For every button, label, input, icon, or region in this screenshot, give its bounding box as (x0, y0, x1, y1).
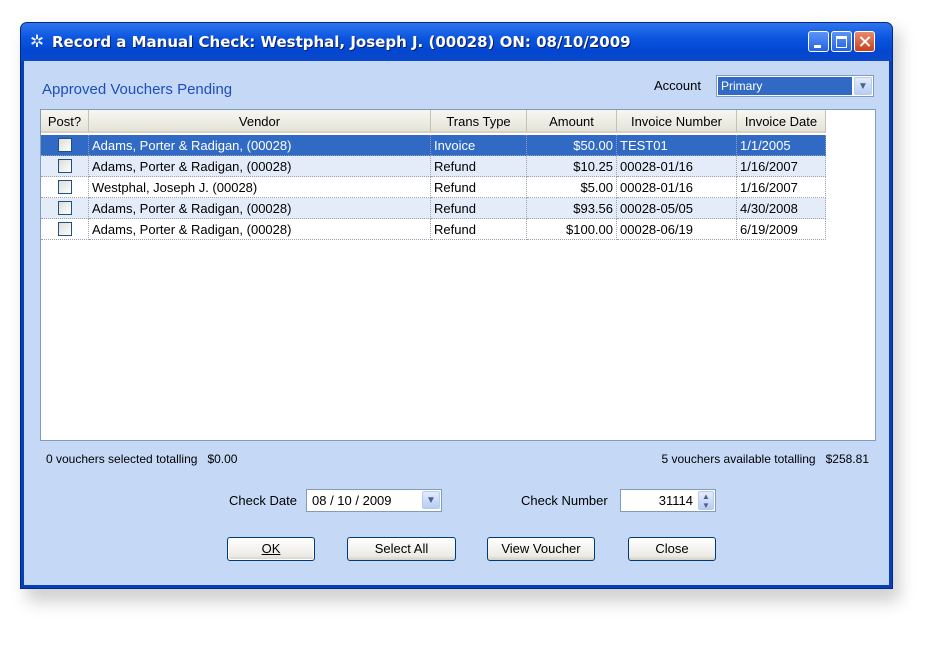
check-date-picker[interactable]: 08 / 10 / 2009 ▼ (306, 489, 442, 512)
post-checkbox[interactable] (57, 159, 72, 173)
amount-cell: $100.00 (527, 219, 617, 240)
available-summary-text: 5 vouchers available totalling (661, 452, 816, 466)
vendor-cell: Westphal, Joseph J. (00028) (89, 177, 431, 198)
amount-cell: $93.56 (527, 198, 617, 219)
selected-summary: 0 vouchers selected totalling $0.00 (46, 452, 237, 466)
table-header: Post? Vendor Trans Type Amount Invoice N… (41, 110, 826, 133)
available-summary: 5 vouchers available totalling $258.81 (662, 452, 870, 466)
trans-type-cell: Invoice (431, 135, 527, 156)
ok-button[interactable]: OK (227, 537, 315, 561)
selected-total: $0.00 (207, 452, 238, 466)
column-header-trans-type[interactable]: Trans Type (431, 110, 527, 133)
vendor-cell: Adams, Porter & Radigan, (00028) (89, 156, 431, 177)
column-header-post[interactable]: Post? (41, 110, 89, 133)
column-header-invoice-date[interactable]: Invoice Date (737, 110, 826, 133)
amount-cell: $10.25 (527, 156, 617, 177)
close-button[interactable]: Close (628, 537, 716, 561)
post-cell (41, 198, 89, 219)
trans-type-cell: Refund (431, 177, 527, 198)
invoice-date-cell: 6/19/2009 (737, 219, 826, 240)
invoice-date-cell: 4/30/2008 (737, 198, 826, 219)
column-header-invoice-number[interactable]: Invoice Number (617, 110, 737, 133)
post-checkbox[interactable] (57, 138, 72, 152)
account-value: Primary (718, 77, 852, 95)
invoice-date-cell: 1/16/2007 (737, 177, 826, 198)
post-checkbox[interactable] (57, 201, 72, 215)
post-checkbox[interactable] (57, 222, 72, 236)
available-total: $258.81 (825, 452, 869, 466)
table-row[interactable]: Adams, Porter & Radigan, (00028) Invoice… (41, 135, 826, 156)
calendar-dropdown-icon[interactable]: ▼ (422, 491, 440, 509)
view-voucher-button[interactable]: View Voucher (487, 537, 595, 561)
title-bar[interactable]: ✲ Record a Manual Check: Westphal, Josep… (21, 23, 892, 61)
window-title: Record a Manual Check: Westphal, Joseph … (52, 33, 631, 51)
invoice-number-cell: 00028-06/19 (617, 219, 737, 240)
table-row[interactable]: Westphal, Joseph J. (00028) Refund $5.00… (41, 177, 826, 198)
vendor-cell: Adams, Porter & Radigan, (00028) (89, 198, 431, 219)
check-date-value: 08 / 10 / 2009 (312, 493, 392, 508)
section-title: Approved Vouchers Pending (42, 81, 233, 98)
amount-cell: $5.00 (527, 177, 617, 198)
invoice-date-cell: 1/16/2007 (737, 156, 826, 177)
invoice-number-cell: 00028-01/16 (617, 177, 737, 198)
chevron-down-icon[interactable]: ▼ (854, 77, 872, 95)
column-header-vendor[interactable]: Vendor (89, 110, 431, 133)
ok-button-label: OK (261, 541, 281, 556)
column-header-amount[interactable]: Amount (527, 110, 617, 133)
close-button-label: Close (655, 541, 689, 556)
amount-cell: $50.00 (527, 135, 617, 156)
select-all-button-label: Select All (374, 541, 429, 556)
check-number-label: Check Number (521, 493, 608, 508)
post-checkbox[interactable] (57, 180, 72, 194)
select-all-button[interactable]: Select All (347, 537, 456, 561)
invoice-number-cell: TEST01 (617, 135, 737, 156)
dialog-window: ✲ Record a Manual Check: Westphal, Josep… (20, 22, 893, 589)
spinner-icon[interactable]: ▲ ▼ (698, 491, 714, 510)
minimize-button[interactable] (808, 31, 829, 52)
invoice-number-cell: 00028-05/05 (617, 198, 737, 219)
invoice-number-cell: 00028-01/16 (617, 156, 737, 177)
vouchers-table: Post? Vendor Trans Type Amount Invoice N… (40, 109, 876, 441)
maximize-button[interactable] (831, 31, 852, 52)
post-cell (41, 177, 89, 198)
check-number-value: 31114 (658, 493, 693, 508)
dialog-client-area: Approved Vouchers Pending Account Primar… (24, 61, 889, 585)
invoice-date-cell: 1/1/2005 (737, 135, 826, 156)
trans-type-cell: Refund (431, 156, 527, 177)
selected-summary-text: 0 vouchers selected totalling (46, 452, 198, 466)
vendor-cell: Adams, Porter & Radigan, (00028) (89, 219, 431, 240)
vendor-cell: Adams, Porter & Radigan, (00028) (89, 135, 431, 156)
table-row[interactable]: Adams, Porter & Radigan, (00028) Refund … (41, 198, 826, 219)
account-label: Account (654, 78, 701, 93)
gear-icon: ✲ (29, 32, 45, 51)
post-cell (41, 135, 89, 156)
view-voucher-button-label: View Voucher (501, 541, 581, 556)
table-row[interactable]: Adams, Porter & Radigan, (00028) Refund … (41, 156, 826, 177)
trans-type-cell: Refund (431, 198, 527, 219)
check-date-label: Check Date (229, 493, 297, 508)
post-cell (41, 156, 89, 177)
table-row[interactable]: Adams, Porter & Radigan, (00028) Refund … (41, 219, 826, 240)
close-window-button[interactable] (854, 31, 875, 52)
check-number-input[interactable]: 31114 ▲ ▼ (620, 489, 716, 512)
account-select[interactable]: Primary ▼ (716, 75, 874, 97)
trans-type-cell: Refund (431, 219, 527, 240)
post-cell (41, 219, 89, 240)
